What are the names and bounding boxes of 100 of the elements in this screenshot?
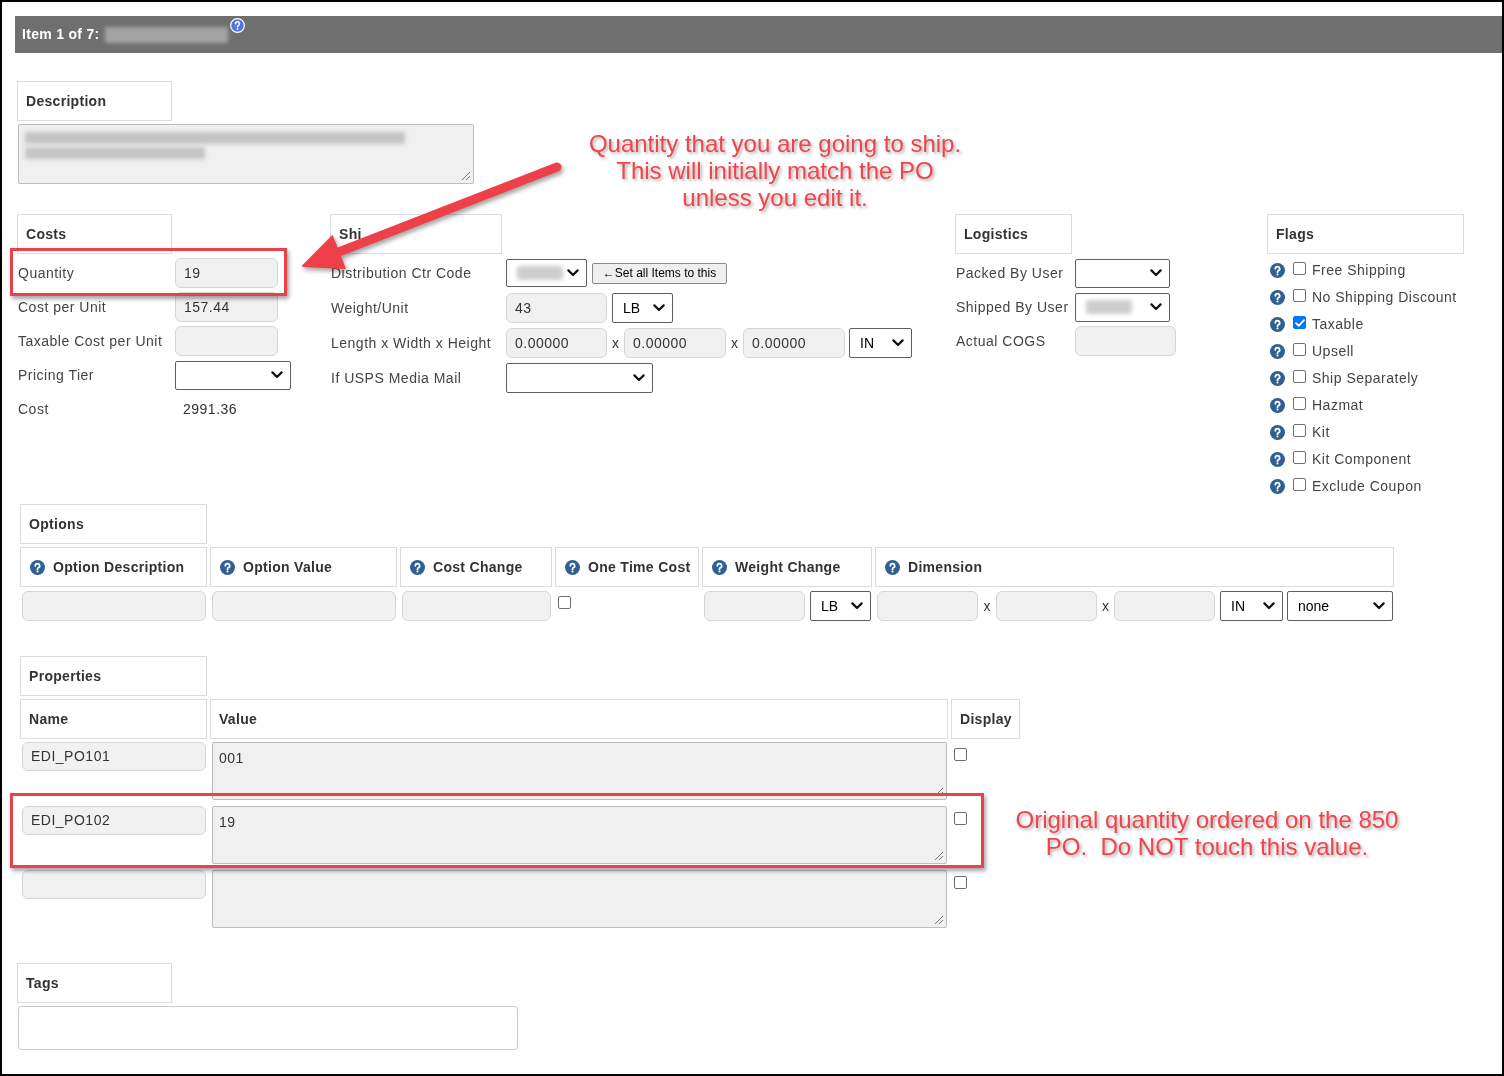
flag-label: Upsell: [1312, 342, 1354, 361]
help-icon[interactable]: [229, 18, 245, 33]
resize-handle-icon: [461, 171, 471, 181]
help-icon[interactable]: [30, 559, 45, 575]
help-icon[interactable]: [1270, 317, 1285, 332]
input-field[interactable]: EDI_PO102: [22, 806, 206, 835]
input-field[interactable]: 0.00000: [506, 328, 607, 358]
chevron-down-icon: [271, 371, 283, 379]
chevron-down-icon: [1373, 602, 1385, 610]
dropdown[interactable]: IN: [849, 328, 912, 358]
field-label: Distribution Ctr Code: [330, 263, 473, 283]
dropdown[interactable]: [506, 363, 653, 393]
section-heading: Description: [17, 81, 172, 121]
checkbox[interactable]: [1293, 262, 1306, 275]
field-label: Quantity: [17, 263, 76, 283]
dropdown[interactable]: [175, 360, 291, 390]
field-label: Shipped By User: [955, 297, 1070, 317]
dropdown[interactable]: IN: [1220, 591, 1283, 621]
flag-label: Exclude Coupon: [1312, 477, 1422, 496]
checkbox[interactable]: [1293, 451, 1306, 464]
help-icon[interactable]: [885, 559, 900, 575]
dropdown[interactable]: none: [1287, 591, 1393, 621]
chevron-down-icon: [851, 602, 863, 610]
input-field[interactable]: EDI_PO101: [22, 742, 206, 771]
resize-handle-icon: [934, 915, 944, 925]
help-icon[interactable]: [410, 559, 425, 575]
checkbox[interactable]: [1293, 316, 1306, 329]
column-title: Option Description: [53, 557, 185, 577]
field-label: Packed By User: [955, 263, 1065, 283]
resize-handle-icon: [934, 851, 944, 861]
input-field[interactable]: [22, 870, 206, 899]
flag-label: No Shipping Discount: [1312, 288, 1457, 307]
input-field[interactable]: 19: [175, 258, 278, 288]
section-heading: Options: [20, 504, 207, 544]
input-field[interactable]: [212, 591, 396, 621]
input-field[interactable]: [1114, 591, 1215, 621]
checkbox[interactable]: [1293, 478, 1306, 491]
column-title: Cost Change: [433, 557, 523, 577]
dropdown[interactable]: [1075, 292, 1170, 322]
field-label: Cost per Unit: [17, 297, 108, 317]
section-heading: Tags: [17, 963, 172, 1003]
tags-input[interactable]: [18, 1006, 518, 1050]
help-icon[interactable]: [1270, 263, 1285, 278]
chevron-down-icon: [1150, 303, 1162, 311]
checkbox[interactable]: [954, 748, 967, 761]
help-icon[interactable]: [1270, 452, 1285, 467]
item-title: Item 1 of 7:: [22, 25, 100, 44]
input-field[interactable]: [22, 591, 206, 621]
help-icon[interactable]: [220, 559, 235, 575]
help-icon[interactable]: [1270, 290, 1285, 305]
checkbox[interactable]: [1293, 343, 1306, 356]
value-textarea[interactable]: 19: [212, 806, 947, 864]
help-icon[interactable]: [1270, 344, 1285, 359]
checkbox[interactable]: [954, 812, 967, 825]
column-title: One Time Cost: [588, 557, 691, 577]
field-label: If USPS Media Mail: [330, 368, 463, 388]
value-textarea[interactable]: 001: [212, 742, 947, 800]
field-label: Length x Width x Height: [330, 333, 493, 353]
help-icon[interactable]: [565, 559, 580, 575]
dimension-separator: x: [730, 333, 739, 353]
field-label: Weight/Unit: [330, 298, 410, 318]
input-field[interactable]: [1075, 326, 1176, 356]
input-field[interactable]: 43: [506, 293, 607, 323]
input-field[interactable]: [704, 591, 805, 621]
help-icon[interactable]: [1270, 479, 1285, 494]
dimension-separator: x: [611, 333, 620, 353]
checkbox[interactable]: [954, 876, 967, 889]
help-icon[interactable]: [1270, 425, 1285, 440]
checkbox[interactable]: [1293, 289, 1306, 302]
checkbox[interactable]: [1293, 424, 1306, 437]
column-title: Weight Change: [735, 557, 841, 577]
input-field[interactable]: 0.00000: [624, 328, 726, 358]
flag-label: Hazmat: [1312, 396, 1364, 415]
chevron-down-icon: [567, 269, 579, 277]
dimension-separator: x: [982, 596, 992, 616]
column-title: Dimension: [908, 557, 983, 577]
field-label: Actual COGS: [955, 331, 1047, 351]
checkbox[interactable]: [1293, 397, 1306, 410]
help-icon[interactable]: [712, 559, 727, 575]
dropdown[interactable]: [1075, 258, 1170, 288]
input-field[interactable]: [402, 591, 551, 621]
column-header: Name: [20, 699, 207, 739]
dropdown[interactable]: LB: [810, 591, 871, 621]
flag-label: Ship Separately: [1312, 369, 1419, 388]
help-icon[interactable]: [1270, 398, 1285, 413]
flag-label: Kit: [1312, 423, 1330, 442]
help-icon[interactable]: [1270, 371, 1285, 386]
checkbox[interactable]: [558, 596, 571, 609]
chevron-down-icon: [1263, 602, 1275, 610]
input-field[interactable]: [996, 591, 1097, 621]
dropdown[interactable]: [506, 259, 587, 287]
dropdown[interactable]: LB: [612, 293, 673, 323]
dimension-separator: x: [1101, 596, 1110, 616]
input-field[interactable]: [175, 326, 278, 356]
input-field[interactable]: [877, 591, 978, 621]
set-all-items-button[interactable]: ←Set all Items to this: [592, 262, 727, 284]
input-field[interactable]: 0.00000: [743, 328, 845, 358]
section-heading: Properties: [20, 656, 207, 696]
checkbox[interactable]: [1293, 370, 1306, 383]
chevron-down-icon: [653, 304, 665, 312]
